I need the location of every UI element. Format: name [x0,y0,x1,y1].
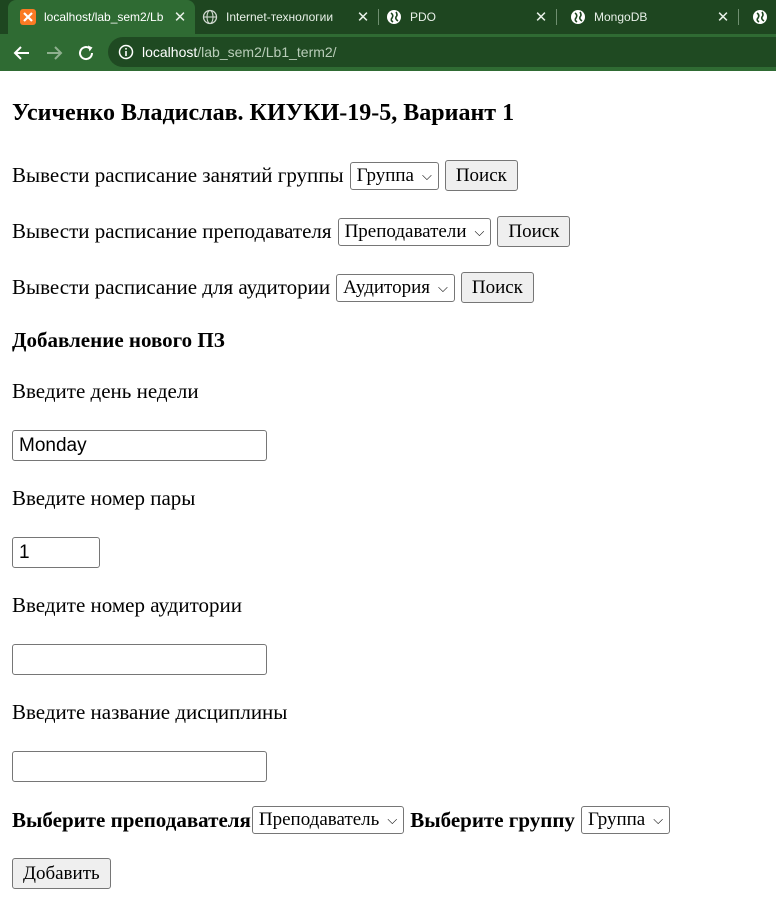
group-query-row: Вывести расписание занятий группы Группа… [12,160,518,191]
reload-icon [79,45,94,60]
pair-label: Введите номер пары [12,486,196,510]
globe-icon [202,9,218,25]
group-select-value: Группа [356,164,414,186]
teacher-select[interactable]: Преподаватели ⌵ [337,217,492,246]
add-button[interactable]: Добавить [12,858,111,889]
group-query-label: Вывести расписание занятий группы [12,163,344,187]
tab-separator [556,9,557,25]
back-button[interactable] [8,34,36,71]
info-icon [118,44,134,60]
group-search-button[interactable]: Поиск [444,160,518,191]
choose-teacher-label: Выберите преподавателя [12,807,251,832]
room-query-label: Вывести расписание для аудитории [12,275,331,299]
xampp-icon [20,9,36,25]
room-number-input[interactable] [12,644,267,675]
chevron-down-icon: ⌵ [474,223,485,239]
choose-teacher-select[interactable]: Преподаватель ⌵ [251,806,405,834]
group-select[interactable]: Группа ⌵ [349,161,439,190]
tab-mongodb[interactable]: MongoDB ✕ [568,0,739,34]
arrow-right-icon [47,45,63,60]
arrow-left-icon [13,45,29,60]
globe-icon [570,9,586,25]
tab-title: MongoDB [594,10,648,24]
chevron-down-icon: ⌵ [387,812,398,827]
choose-group-select[interactable]: Группа ⌵ [580,806,671,834]
chevron-down-icon: ⌵ [421,167,432,183]
close-icon[interactable]: ✕ [532,8,550,26]
page-title: Усиченко Владислав. КИУКИ-19-5, Вариант … [12,100,515,126]
reload-button[interactable] [72,34,100,71]
close-icon[interactable]: ✕ [354,8,372,26]
address-bar[interactable]: localhost/lab_sem2/Lb1_term2/ [108,37,776,67]
choose-group-value: Группа [587,809,646,830]
teacher-search-button[interactable]: Поиск [497,216,571,247]
teacher-select-value: Преподаватели [344,220,467,242]
tab-internet-tech[interactable]: Internet-технологии ✕ [200,0,379,34]
close-icon[interactable]: ✕ [714,8,732,26]
room-select[interactable]: Аудитория ⌵ [336,273,455,302]
room-query-row: Вывести расписание для аудитории Аудитор… [12,272,534,303]
url-host: localhost [142,44,198,60]
tab-separator [378,9,379,25]
tab-title: localhost/lab_sem2/Lb [44,10,164,24]
tab-partial[interactable] [748,0,776,34]
discipline-input[interactable] [12,751,267,782]
teacher-query-label: Вывести расписание преподавателя [12,219,332,243]
tab-title: PDO [410,10,437,24]
tab-pdo[interactable]: PDO ✕ [384,0,557,34]
day-label: Введите день недели [12,379,199,403]
forward-button[interactable] [40,34,68,71]
choose-teacher-value: Преподаватель [258,809,380,830]
browser-toolbar: localhost/lab_sem2/Lb1_term2/ [0,34,776,71]
room-search-button[interactable]: Поиск [460,272,534,303]
select-teacher-group-row: Выберите преподавателя Преподаватель ⌵ Вы… [12,806,671,834]
globe-icon [752,9,768,25]
room-number-label: Введите номер аудитории [12,593,242,617]
tab-separator [738,9,739,25]
tab-title: Internet-технологии [226,10,334,24]
choose-group-label: Выберите группу [410,807,575,832]
chevron-down-icon: ⌵ [653,812,664,827]
discipline-label: Введите название дисциплины [12,700,288,724]
room-select-value: Аудитория [343,276,430,298]
url-path: /lab_sem2/Lb1_term2/ [197,44,337,60]
close-icon[interactable]: ✕ [171,8,189,26]
pair-input[interactable]: 1 [12,537,100,568]
tab-localhost[interactable]: localhost/lab_sem2/Lb ✕ [8,0,195,34]
browser-tab-strip: localhost/lab_sem2/Lb ✕ Internet-техноло… [0,0,776,34]
globe-icon [386,9,402,25]
chevron-down-icon: ⌵ [437,279,448,295]
day-input[interactable]: Monday [12,430,267,461]
add-section-heading: Добавление нового ПЗ [12,328,225,352]
submit-row: Добавить [12,858,111,889]
teacher-query-row: Вывести расписание преподавателя Препода… [12,216,571,247]
